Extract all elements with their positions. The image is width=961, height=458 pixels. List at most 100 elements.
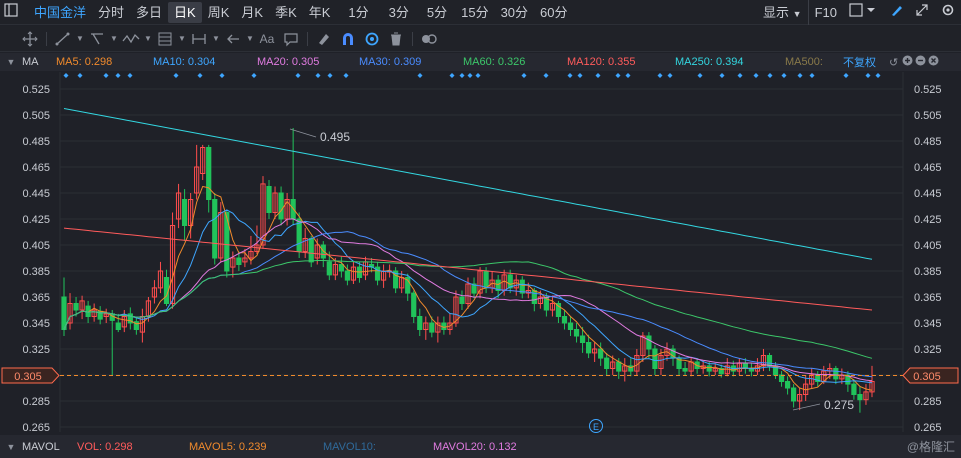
candle-down: [308, 238, 314, 263]
undo-icon[interactable]: ↺: [889, 56, 902, 69]
line-tool-icon[interactable]: [51, 28, 75, 50]
remove-icon[interactable]: [915, 55, 928, 69]
chevron-down-icon[interactable]: ▼: [109, 28, 119, 50]
period-tab-60min[interactable]: 60分: [534, 0, 573, 25]
divider: [412, 31, 413, 46]
ma5-value: MA5: 0.298: [56, 56, 113, 68]
chevron-down-icon[interactable]: ▼: [143, 28, 153, 50]
signal-marker: [667, 73, 673, 78]
comment-icon[interactable]: [279, 28, 303, 50]
period-tab-1min[interactable]: 1分: [342, 0, 374, 25]
fibonacci-tool-icon[interactable]: [153, 28, 177, 50]
magnet-icon[interactable]: [336, 28, 360, 50]
eraser-icon[interactable]: [312, 28, 336, 50]
candle-down: [857, 394, 863, 401]
mavol5-value: MAVOL5: 0.239: [189, 440, 267, 453]
arrow-left-icon[interactable]: [221, 28, 245, 50]
mavol-label: MAVOL: [22, 440, 60, 453]
period-tab-yearly[interactable]: 年K: [303, 0, 337, 25]
signal-marker: [77, 73, 83, 78]
period-tab-multiday[interactable]: 多日: [130, 0, 168, 25]
chevron-down-icon[interactable]: ▼: [211, 28, 221, 50]
trash-icon[interactable]: [384, 28, 408, 50]
candle-down: [344, 270, 351, 281]
y-tick-right: 0.365: [914, 292, 942, 304]
y-tick-left: 0.325: [22, 344, 50, 356]
y-tick-left: 0.265: [22, 422, 50, 434]
event-marker[interactable]: E: [589, 419, 603, 433]
close-icon[interactable]: [928, 55, 941, 69]
ma-legend-bar: ▼ MA MA5: 0.298 MA10: 0.304 MA20: 0.305 …: [0, 53, 961, 71]
current-price-left: 0.305: [14, 371, 42, 383]
period-tab-3min[interactable]: 3分: [383, 0, 415, 25]
toggle-icon[interactable]: [417, 28, 441, 50]
signal-marker: [781, 73, 787, 78]
y-tick-left: 0.485: [22, 136, 50, 148]
current-price-right: 0.305: [913, 371, 941, 383]
adjust-mode-button[interactable]: 不复权: [843, 54, 889, 70]
price-axes: 0.525 0.505 0.485 0.465 0.445 0.425 0.405 0.385…: [22, 84, 941, 434]
pen-icon[interactable]: [883, 0, 909, 25]
period-tab-daily[interactable]: 日K: [168, 1, 202, 23]
kline-chart[interactable]: 0.525 0.505 0.485 0.465 0.445 0.425 0.405 0.385…: [0, 72, 961, 434]
y-tick-right: 0.345: [914, 318, 942, 330]
candle-down: [338, 264, 344, 272]
y-tick-left: 0.405: [22, 240, 50, 252]
collapse-icon[interactable]: ▼: [0, 442, 22, 452]
text-tool-icon[interactable]: Aa: [255, 28, 279, 50]
candle-down: [411, 292, 417, 318]
period-tab-5min[interactable]: 5分: [421, 0, 453, 25]
chevron-down-icon[interactable]: ▼: [177, 28, 187, 50]
signal-marker: [449, 73, 455, 78]
ma20-value: MA20: 0.305: [257, 56, 320, 68]
divider: [46, 31, 47, 46]
sidebar-toggle-icon[interactable]: [0, 0, 22, 25]
chevron-down-icon[interactable]: ▼: [75, 28, 85, 50]
period-tab-15min[interactable]: 15分: [455, 0, 494, 25]
channel-tool-icon[interactable]: [85, 28, 109, 50]
watermark: @格隆汇: [906, 440, 955, 454]
y-tick-left: 0.525: [22, 84, 50, 96]
candle-down: [567, 322, 574, 330]
candle-down: [236, 257, 242, 265]
wave-tool-icon[interactable]: [119, 28, 143, 50]
y-tick-right: 0.485: [914, 136, 942, 148]
f10-button[interactable]: F10: [807, 0, 843, 25]
signal-marker: [127, 73, 133, 78]
signal-marker: [343, 73, 349, 78]
period-tab-weekly[interactable]: 周K: [202, 0, 236, 25]
ma500-value: MA500:: [785, 56, 823, 68]
crosshair-icon[interactable]: [18, 28, 42, 50]
settings-icon[interactable]: [935, 0, 961, 25]
expand-icon[interactable]: [909, 0, 935, 25]
signal-marker: [103, 73, 109, 78]
signal-marker: [737, 73, 743, 78]
display-menu[interactable]: 显示 ▼: [757, 0, 808, 25]
signal-marker: [459, 73, 465, 78]
y-tick-left: 0.465: [22, 162, 50, 174]
period-tab-monthly[interactable]: 月K: [235, 0, 269, 25]
collapse-icon[interactable]: ▼: [0, 57, 22, 67]
add-icon[interactable]: [902, 55, 915, 69]
signal-marker: [315, 73, 321, 78]
y-tick-right: 0.325: [914, 344, 942, 356]
chevron-down-icon[interactable]: ▼: [245, 28, 255, 50]
candle-down: [791, 387, 797, 402]
eye-icon[interactable]: [360, 28, 384, 50]
candle-down: [851, 383, 857, 396]
divider: [307, 31, 308, 46]
checkbox-icon[interactable]: [843, 0, 883, 25]
period-tab-30min[interactable]: 30分: [495, 0, 534, 25]
period-tab-intraday[interactable]: 分时: [92, 0, 130, 25]
period-tab-quarterly[interactable]: 季K: [269, 0, 303, 25]
stock-name[interactable]: 中国金洋: [28, 0, 92, 25]
signal-marker: [475, 73, 481, 78]
signal-marker: [865, 73, 871, 78]
measure-tool-icon[interactable]: [187, 28, 211, 50]
high-price-label: 0.495: [320, 130, 350, 144]
candle-down: [206, 147, 212, 200]
candle-down: [706, 365, 712, 372]
candle-down: [579, 335, 586, 343]
signal-marker: [595, 73, 601, 78]
signal-marker: [843, 73, 849, 78]
